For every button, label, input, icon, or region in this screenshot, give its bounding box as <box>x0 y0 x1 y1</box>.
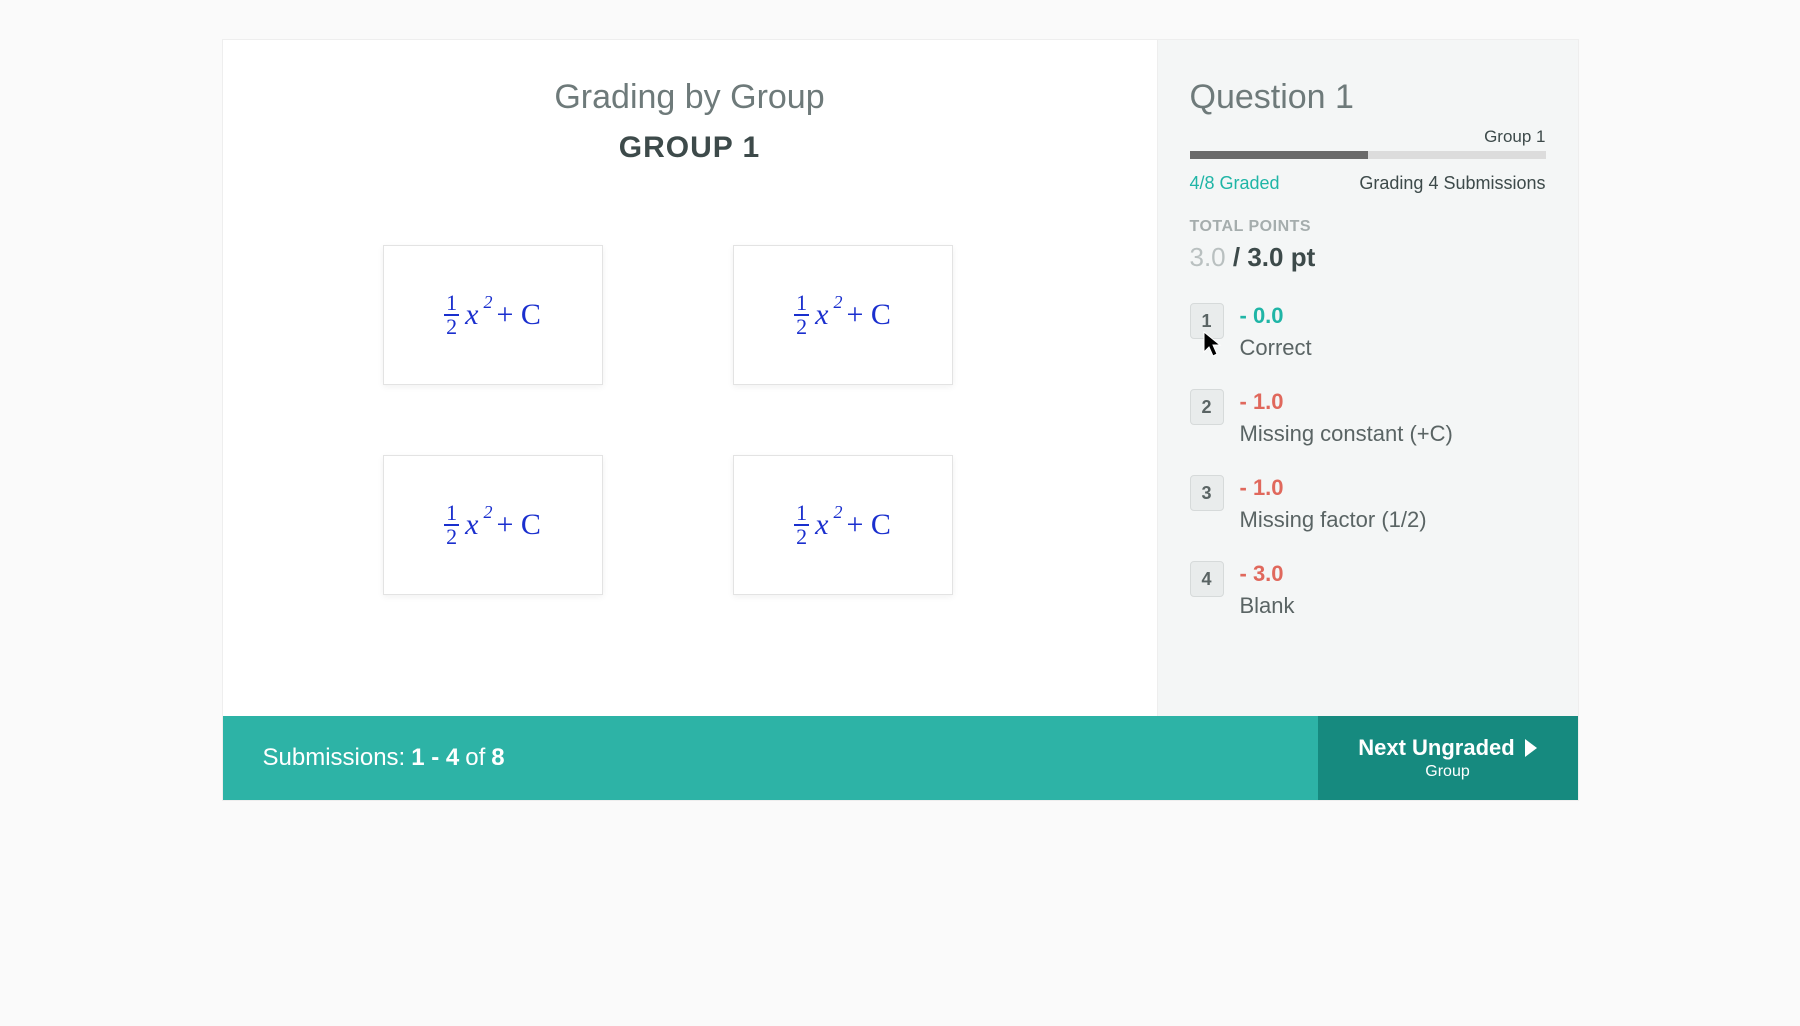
points-max: 3.0 pt <box>1247 242 1315 272</box>
submissions-grid: 12 x2 + C 12 x2 + C 12 x2 <box>383 245 1117 595</box>
rubric-key: 1 <box>1190 303 1224 339</box>
app-frame: Grading by Group GROUP 1 12 x2 + C 12 x2… <box>223 40 1578 800</box>
grading-count: Grading 4 Submissions <box>1359 173 1545 194</box>
rubric-points: - 3.0 <box>1240 561 1295 587</box>
rubric-item-missing-factor[interactable]: 3 - 1.0 Missing factor (1/2) <box>1190 475 1546 533</box>
next-ungraded-button[interactable]: Next Ungraded Group <box>1318 716 1578 800</box>
footer-submissions: Submissions: 1 - 4 of 8 <box>223 716 1318 800</box>
rubric-item-blank[interactable]: 4 - 3.0 Blank <box>1190 561 1546 619</box>
progress-bar <box>1190 151 1546 159</box>
group-name: GROUP 1 <box>263 131 1117 165</box>
content-row: Grading by Group GROUP 1 12 x2 + C 12 x2… <box>223 40 1578 716</box>
points-row: 3.0 / 3.0 pt <box>1190 242 1546 273</box>
next-ungraded-sublabel: Group <box>1425 763 1469 781</box>
rubric-points: - 1.0 <box>1240 389 1453 415</box>
rubric-desc: Correct <box>1240 335 1312 361</box>
submissions-range: 1 - 4 <box>411 744 459 772</box>
progress-row: 4/8 Graded Grading 4 Submissions <box>1190 173 1546 194</box>
total-points-label: TOTAL POINTS <box>1190 218 1546 236</box>
graded-count: 4/8 Graded <box>1190 173 1280 194</box>
submission-card[interactable]: 12 x2 + C <box>383 245 603 385</box>
submissions-total: 8 <box>491 744 504 772</box>
submission-card[interactable]: 12 x2 + C <box>733 455 953 595</box>
submission-answer: 12 x2 + C <box>794 502 891 548</box>
submission-answer: 12 x2 + C <box>444 292 541 338</box>
points-earned: 3.0 <box>1190 242 1226 272</box>
next-ungraded-label: Next Ungraded <box>1358 735 1514 761</box>
main-pane: Grading by Group GROUP 1 12 x2 + C 12 x2… <box>223 40 1158 716</box>
footer-bar: Submissions: 1 - 4 of 8 Next Ungraded Gr… <box>223 716 1578 800</box>
rubric-item-correct[interactable]: 1 - 0.0 Correct <box>1190 303 1546 361</box>
grading-sidebar: Question 1 Group 1 4/8 Graded Grading 4 … <box>1158 40 1578 716</box>
submission-answer: 12 x2 + C <box>444 502 541 548</box>
chevron-right-icon <box>1525 739 1537 757</box>
submission-answer: 12 x2 + C <box>794 292 891 338</box>
points-divider: / <box>1226 242 1248 272</box>
submission-card[interactable]: 12 x2 + C <box>383 455 603 595</box>
submission-card[interactable]: 12 x2 + C <box>733 245 953 385</box>
rubric-key: 4 <box>1190 561 1224 597</box>
rubric-list: 1 - 0.0 Correct 2 - 1.0 Missing constant… <box>1190 303 1546 619</box>
rubric-points: - 0.0 <box>1240 303 1312 329</box>
page-title: Grading by Group <box>263 78 1117 117</box>
rubric-key: 3 <box>1190 475 1224 511</box>
rubric-desc: Missing constant (+C) <box>1240 421 1453 447</box>
progress-fill <box>1190 151 1368 159</box>
sidebar-group-label: Group 1 <box>1190 127 1546 147</box>
rubric-item-missing-constant[interactable]: 2 - 1.0 Missing constant (+C) <box>1190 389 1546 447</box>
rubric-points: - 1.0 <box>1240 475 1427 501</box>
rubric-desc: Missing factor (1/2) <box>1240 507 1427 533</box>
submissions-of: of <box>465 744 485 772</box>
rubric-desc: Blank <box>1240 593 1295 619</box>
submissions-label: Submissions: <box>263 744 406 772</box>
question-title: Question 1 <box>1190 78 1546 117</box>
rubric-key: 2 <box>1190 389 1224 425</box>
